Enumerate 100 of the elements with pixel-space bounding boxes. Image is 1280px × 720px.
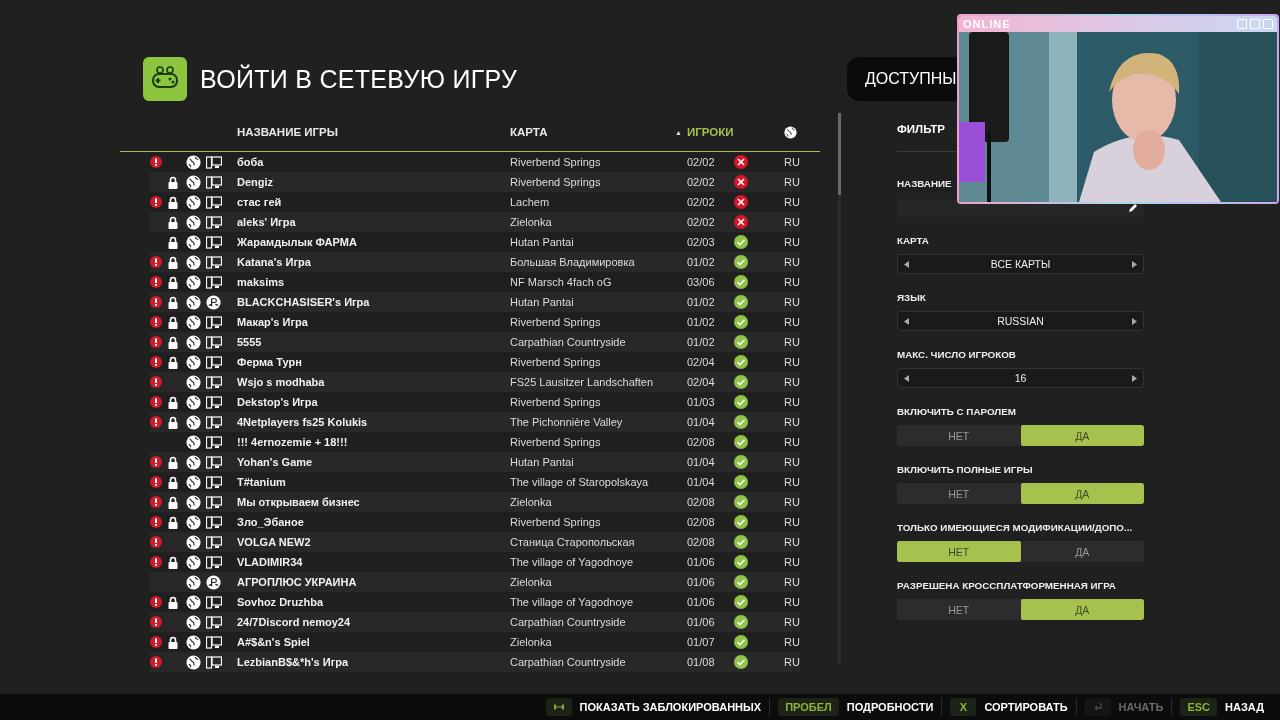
table-row[interactable]: Макар's Игра Riverbend Springs 01/02 RU bbox=[150, 312, 800, 332]
table-row[interactable]: Wsjo s modhaba FS25 Lausitzer Landschaften 02/04 RU bbox=[150, 372, 800, 392]
language-code: RU bbox=[784, 496, 800, 508]
left-arrow-icon bbox=[904, 317, 909, 325]
table-row[interactable]: Ферма Турн Riverbend Springs 02/04 RU bbox=[150, 352, 800, 372]
computer-icon bbox=[206, 635, 222, 649]
game-name[interactable]: Sovhoz Druzhba bbox=[237, 596, 324, 608]
map-name: Станица Старопольская bbox=[510, 536, 635, 548]
map-name: Hutan Pantai bbox=[510, 456, 574, 468]
option-selector[interactable]: ВСЕ КАРТЫ bbox=[897, 254, 1144, 274]
game-name[interactable]: aleks' Игра bbox=[237, 216, 296, 228]
table-row[interactable]: BLACKCHASISER's Игра Hutan Pantai 01/02 RU bbox=[150, 292, 800, 312]
player-count: 01/04 bbox=[687, 416, 715, 428]
game-name[interactable]: АГРОПЛЮС УКРАИНА bbox=[237, 576, 357, 588]
game-name[interactable]: Зло_Эбаное bbox=[237, 516, 304, 528]
game-name[interactable]: A#$&n's Spiel bbox=[237, 636, 310, 648]
game-name[interactable]: 24/7Discord nemoy24 bbox=[237, 616, 351, 628]
game-name[interactable]: 4Netplayers fs25 Kolukis bbox=[237, 416, 368, 428]
player-count: 01/08 bbox=[687, 656, 715, 668]
filter-label: ТОЛЬКО ИМЕЮЩИЕСЯ МОДИФИКАЦИИ/ДОПО... bbox=[897, 522, 1134, 535]
globe-icon bbox=[186, 354, 201, 370]
globe-icon bbox=[186, 414, 201, 430]
column-header[interactable]: НАЗВАНИЕ ИГРЫ bbox=[237, 126, 510, 138]
option-selector[interactable]: 16 bbox=[897, 368, 1144, 388]
warning-icon bbox=[150, 616, 162, 628]
table-row[interactable]: 5555 Carpathian Countryside 01/02 RU bbox=[150, 332, 800, 352]
globe-icon bbox=[186, 194, 201, 210]
player-count: 02/04 bbox=[687, 356, 715, 368]
map-name: The village of Yagodnoye bbox=[510, 596, 634, 608]
game-name[interactable]: Wsjo s modhaba bbox=[237, 376, 325, 388]
table-row[interactable]: Зло_Эбаное Riverbend Springs 02/08 RU bbox=[150, 512, 800, 532]
key-hint: ESC bbox=[1180, 698, 1218, 716]
game-name[interactable]: maksims bbox=[237, 276, 285, 288]
table-row[interactable]: боба Riverbend Springs 02/02 RU bbox=[150, 152, 800, 172]
player-count: 02/03 bbox=[687, 236, 715, 248]
table-row[interactable]: A#$&n's Spiel Zielonka 01/07 RU bbox=[150, 632, 800, 652]
game-name[interactable]: Dengiz bbox=[237, 176, 274, 188]
game-name[interactable]: боба bbox=[237, 156, 264, 168]
globe-icon bbox=[186, 514, 201, 530]
game-name[interactable]: !!! 4ernozemie + 18!!! bbox=[237, 436, 348, 448]
table-row[interactable]: Мы открываем бизнес Zielonka 02/08 RU bbox=[150, 492, 800, 512]
toggle-option[interactable]: ДА bbox=[1020, 483, 1144, 504]
column-header[interactable]: КАРТА bbox=[510, 126, 675, 138]
table-row[interactable]: Dengiz Riverbend Springs 02/02 RU bbox=[150, 172, 800, 192]
game-name[interactable]: Макар's Игра bbox=[237, 316, 308, 328]
computer-icon bbox=[206, 395, 222, 409]
table-row[interactable]: VLADIMIR34 The village of Yagodnoye 01/06 RU bbox=[150, 552, 800, 572]
language-code: RU bbox=[784, 176, 800, 188]
game-name[interactable]: VOLGA NEW2 bbox=[237, 536, 311, 548]
warning-icon bbox=[150, 416, 162, 428]
table-row[interactable]: АГРОПЛЮС УКРАИНА Zielonka 01/06 RU bbox=[150, 572, 800, 592]
table-row[interactable]: aleks' Игра Zielonka 02/02 RU bbox=[150, 212, 800, 232]
game-name[interactable]: стас гей bbox=[237, 196, 282, 208]
table-row[interactable]: VOLGA NEW2 Станица Старопольская 02/08 RU bbox=[150, 532, 800, 552]
table-row[interactable]: T#tanium The village of Staropolskaya 01/04 RU bbox=[150, 472, 800, 492]
computer-icon bbox=[206, 515, 222, 529]
table-row[interactable]: maksims NF Marsch 4fach oG 03/06 RU bbox=[150, 272, 800, 292]
game-name[interactable]: 5555 bbox=[237, 336, 262, 348]
warning-icon bbox=[150, 596, 162, 608]
warning-icon bbox=[150, 476, 162, 488]
toggle-option[interactable]: ДА bbox=[1020, 425, 1144, 446]
action-hint[interactable]: ПОКАЗАТЬ ЗАБЛОКИРОВАННЫХ bbox=[579, 701, 762, 713]
action-hint[interactable]: ПОДРОБНОСТИ bbox=[846, 701, 934, 713]
table-row[interactable]: LezbianB$&*h's Игра Carpathian Countryside 01/08 RU bbox=[150, 652, 800, 672]
game-name[interactable]: Мы открываем бизнес bbox=[237, 496, 360, 508]
table-row[interactable]: 24/7Discord nemoy24 Carpathian Countryside 01/06 RU bbox=[150, 612, 800, 632]
game-name[interactable]: T#tanium bbox=[237, 476, 286, 488]
map-name: Riverbend Springs bbox=[510, 316, 601, 328]
game-name[interactable]: Ферма Турн bbox=[237, 356, 302, 368]
computer-icon bbox=[206, 535, 222, 549]
map-name: Riverbend Springs bbox=[510, 396, 601, 408]
table-row[interactable]: 4Netplayers fs25 Kolukis The Pichonnière Valley 01/04 RU bbox=[150, 412, 800, 432]
option-selector[interactable]: RUSSIAN bbox=[897, 311, 1144, 331]
table-row[interactable]: Yohan's Game Hutan Pantai 01/04 RU bbox=[150, 452, 800, 472]
lock-icon bbox=[168, 455, 178, 469]
computer-icon bbox=[206, 235, 222, 249]
game-name[interactable]: Katana's Игра bbox=[237, 256, 311, 268]
lock-icon bbox=[168, 355, 178, 369]
table-row[interactable]: Katana's Игра Большая Владимировка 01/02 RU bbox=[150, 252, 800, 272]
map-name: Riverbend Springs bbox=[510, 436, 601, 448]
game-name[interactable]: Dekstop's Игра bbox=[237, 396, 318, 408]
action-hint[interactable]: НАЗАД bbox=[1225, 701, 1264, 713]
toggle-option[interactable]: НЕТ bbox=[897, 541, 1021, 562]
game-name[interactable]: Жарамдылык ФАРМА bbox=[237, 236, 357, 248]
player-count: 01/06 bbox=[687, 576, 715, 588]
column-header[interactable]: ИГРОКИ bbox=[686, 126, 734, 138]
computer-icon bbox=[206, 435, 222, 449]
toggle-option[interactable]: ДА bbox=[1020, 599, 1144, 620]
game-name[interactable]: LezbianB$&*h's Игра bbox=[237, 656, 349, 668]
warning-icon bbox=[150, 556, 162, 568]
table-row[interactable]: Dekstop's Игра Riverbend Springs 01/03 RU bbox=[150, 392, 800, 412]
table-row[interactable]: стас гей Lachem 02/02 RU bbox=[150, 192, 800, 212]
lock-icon bbox=[168, 255, 178, 269]
game-name[interactable]: Yohan's Game bbox=[237, 456, 313, 468]
game-name[interactable]: VLADIMIR34 bbox=[237, 556, 303, 568]
table-row[interactable]: Sovhoz Druzhba The village of Yagodnoye 01/06 RU bbox=[150, 592, 800, 612]
action-hint[interactable]: СОРТИРОВАТЬ bbox=[984, 701, 1068, 713]
map-name: Lachem bbox=[510, 196, 550, 208]
game-name[interactable]: BLACKCHASISER's Игра bbox=[237, 296, 370, 308]
player-count: 01/03 bbox=[687, 396, 715, 408]
